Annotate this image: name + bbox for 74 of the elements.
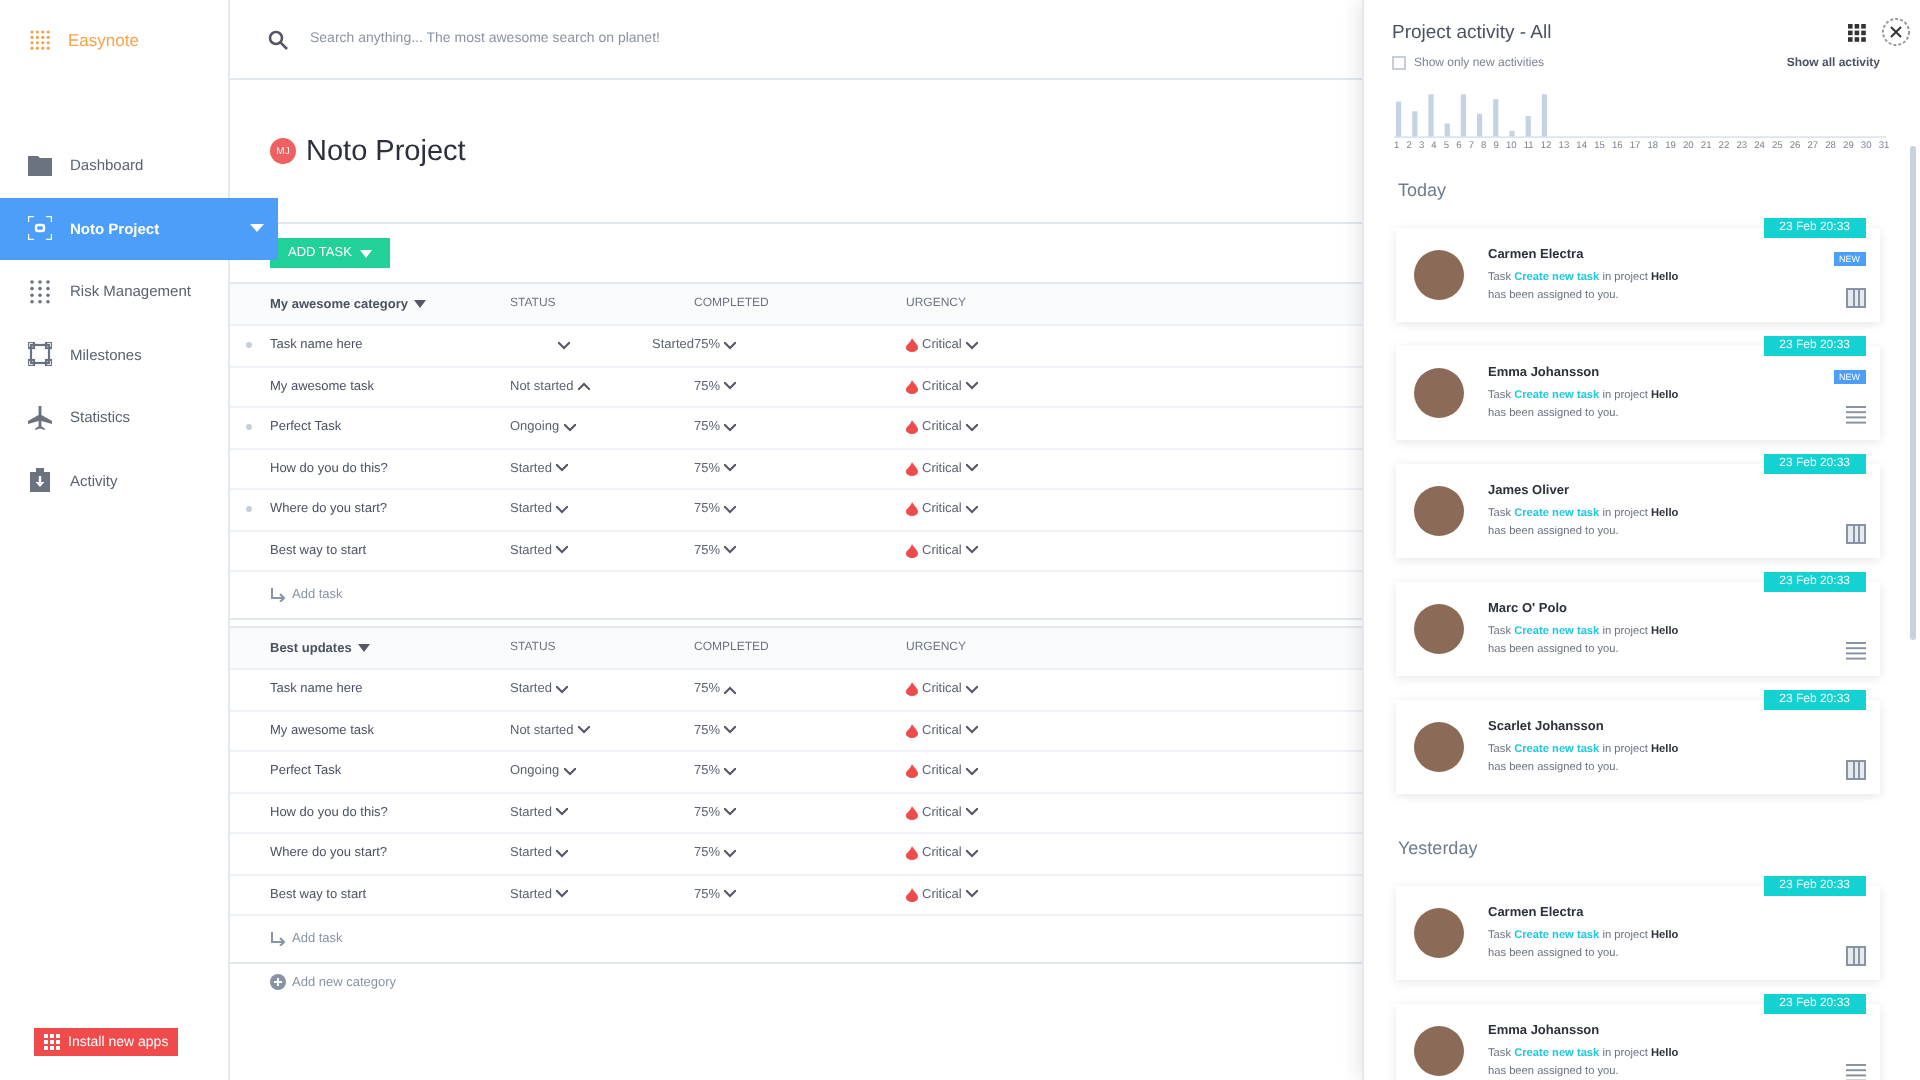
chevron-down-icon [965,505,978,514]
panel-title: Project activity - All [1392,21,1554,43]
app-logo-text: Easynote [68,30,139,50]
chevron-down-icon [965,849,978,858]
chevron-down-icon [555,808,568,817]
section-title: Yesterday [1398,838,1480,858]
chevron-down-icon [555,849,568,858]
avatar-placeholder [1414,1026,1464,1076]
dotted-grid-icon [30,30,50,50]
avatar-placeholder [1414,908,1464,958]
caret-icon [357,644,370,652]
caret-icon [250,224,264,233]
search-icon [268,29,288,49]
avatar-placeholder [1414,486,1464,536]
chevron-down-icon [577,726,590,735]
chevron-down-icon [965,341,978,350]
chevron-down-icon [555,890,568,899]
clipboard-icon [28,468,52,493]
list-icon [1846,406,1866,426]
plane-icon [28,405,52,430]
chevron-down-icon [555,685,568,694]
chevron-down-icon [724,726,737,735]
section-title: Today [1398,180,1449,200]
focus-icon [28,216,52,241]
caret-icon [414,300,427,308]
grid-icon [44,1034,60,1050]
columns-icon [1846,524,1866,544]
chevron-down-icon [965,423,978,432]
chevron-down-icon [555,505,568,514]
chevron-up-icon [577,382,590,391]
avatar-placeholder [1414,250,1464,300]
chevron-down-icon [965,382,978,391]
project-title: Noto Project [306,135,466,167]
scrollbar[interactable] [1910,146,1916,640]
chevron-down-icon [724,767,737,776]
chevron-down-icon [724,423,737,432]
grid-icon [28,279,52,304]
chevron-down-icon [724,382,737,391]
list-icon [1846,1064,1866,1080]
columns-icon [1846,760,1866,780]
chevron-down-icon [965,726,978,735]
chevron-down-icon [724,464,737,473]
avatar-placeholder [1414,368,1464,418]
frame-icon [28,342,52,367]
chevron-up-icon [724,685,737,694]
columns-icon [1846,946,1866,966]
return-arrow-icon [270,932,286,946]
chevron-down-icon [563,767,576,776]
chevron-down-icon [965,464,978,473]
chevron-down-icon [965,685,978,694]
chevron-down-icon [558,341,570,350]
avatar-placeholder [1414,604,1464,654]
chevron-down-icon [965,546,978,555]
grid-icon[interactable] [1848,23,1866,41]
chevron-down-icon [724,341,737,350]
plus-circle-icon [270,974,286,990]
chevron-down-icon [555,464,568,473]
chevron-down-icon [724,808,737,817]
chevron-down-icon [555,546,568,555]
chevron-down-icon [724,505,737,514]
chevron-down-icon [965,808,978,817]
columns-icon [1846,288,1866,308]
avatar-placeholder [1414,722,1464,772]
chevron-down-icon [965,767,978,776]
list-icon [1846,642,1866,662]
return-arrow-icon [270,588,286,602]
chevron-down-icon [563,423,576,432]
folder-icon [28,153,52,178]
chevron-down-icon [724,890,737,899]
chevron-down-icon [965,890,978,899]
chevron-down-icon [724,546,737,555]
chevron-down-icon [724,849,737,858]
caret-icon [359,249,372,257]
close-icon[interactable] [1882,18,1910,46]
